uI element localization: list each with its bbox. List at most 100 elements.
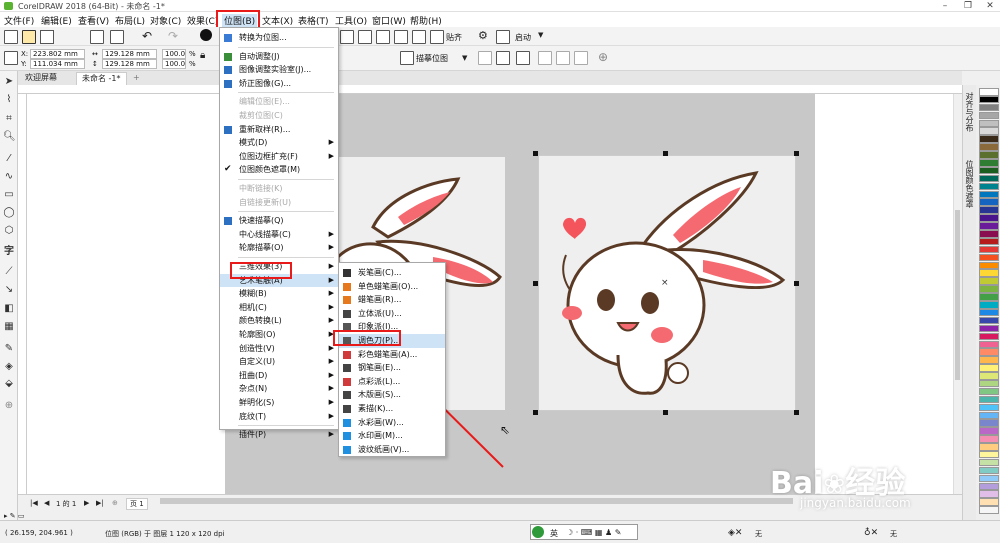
chevron-down-icon[interactable]: ▼ <box>538 31 543 39</box>
selection-handle-top-right[interactable] <box>794 151 799 156</box>
color-swatch[interactable] <box>979 261 999 270</box>
bitmap-menu-item[interactable]: 轮廓图(O) ▶ <box>220 328 338 342</box>
rectangle-tool-icon[interactable]: ▭ <box>3 189 15 200</box>
color-swatch[interactable] <box>979 482 999 491</box>
menu-object[interactable]: 对象(C) <box>150 14 181 27</box>
artistic-submenu-item[interactable]: 木版画(S)... <box>339 388 445 402</box>
trace-bitmap-button[interactable]: 描摹位图 <box>416 53 448 64</box>
selection-handle-top-middle[interactable] <box>663 151 668 156</box>
artistic-submenu-item[interactable]: 钢笔画(E)... <box>339 361 445 375</box>
color-swatch[interactable] <box>979 214 999 222</box>
next-page-icon[interactable]: ▶ <box>84 499 89 507</box>
shape-tool-icon[interactable]: ⌇ <box>3 94 15 105</box>
color-swatch[interactable] <box>979 88 999 96</box>
bitmap-menu-item[interactable]: 快速描摹(Q) <box>220 214 338 228</box>
artistic-submenu-item[interactable]: 蜡笔画(R)... <box>339 293 445 307</box>
launch-dropdown[interactable]: 启动 <box>515 32 531 43</box>
bitmap-menu-item[interactable]: 中心线描摹(C) ▶ <box>220 228 338 242</box>
scale-y-field[interactable]: 100.0 <box>162 59 186 69</box>
import-icon[interactable] <box>90 30 104 44</box>
bitmap-menu-item[interactable]: 相机(C) ▶ <box>220 301 338 315</box>
color-swatch[interactable] <box>979 395 999 404</box>
width-field[interactable]: 129.128 mm <box>102 49 157 59</box>
lock-ratio-icon[interactable]: 🔒︎ <box>200 50 205 61</box>
color-swatch[interactable] <box>979 198 999 206</box>
bitmap-menu-item[interactable]: 转换为位图... <box>220 31 338 45</box>
smart-fill-tool-icon[interactable]: ⬙ <box>3 378 15 389</box>
snap-to-dropdown[interactable]: 贴齐 <box>446 32 462 43</box>
bitmap-menu-item[interactable]: 底纹(T) ▶ <box>220 410 338 424</box>
color-swatch[interactable] <box>979 190 999 199</box>
add-tool-icon[interactable]: ⊕ <box>3 400 15 411</box>
add-tab-button[interactable]: + <box>128 72 145 85</box>
menu-table[interactable]: 表格(T) <box>298 14 329 27</box>
menu-window[interactable]: 窗口(W) <box>372 14 406 27</box>
ime-language-label[interactable]: 英 <box>550 528 558 539</box>
color-swatch[interactable] <box>979 111 999 120</box>
color-swatch[interactable] <box>979 285 999 293</box>
color-swatch[interactable] <box>979 348 999 356</box>
docker-tab-align-distribute[interactable]: 对齐与分布 <box>964 92 975 132</box>
previous-page-icon[interactable]: ◀ <box>44 499 49 507</box>
color-swatch[interactable] <box>979 387 999 396</box>
show-grid-icon[interactable] <box>394 30 408 44</box>
interactive-fill-tool-icon[interactable]: ◈ <box>3 361 15 372</box>
color-swatch[interactable] <box>979 174 999 183</box>
color-swatch[interactable] <box>979 222 999 230</box>
selection-handle-top-left[interactable] <box>533 151 538 156</box>
resample-icon[interactable] <box>516 51 530 65</box>
color-swatch[interactable] <box>979 182 999 191</box>
artistic-submenu-item[interactable]: 立体派(U)... <box>339 307 445 321</box>
update-link-icon[interactable] <box>574 51 588 65</box>
bitmap-menu-item[interactable]: 插件(P) ▶ <box>220 428 338 442</box>
show-guidelines-icon[interactable] <box>412 30 426 44</box>
color-swatch[interactable] <box>979 490 999 498</box>
docker-tab-bitmap-color-mask[interactable]: 位图颜色遮罩 <box>964 160 975 208</box>
color-swatch[interactable] <box>979 372 999 380</box>
artistic-submenu-item[interactable]: 炭笔画(C)... <box>339 266 445 280</box>
close-button[interactable]: ✕ <box>983 1 997 11</box>
artistic-submenu-item[interactable]: 水印画(M)... <box>339 429 445 443</box>
color-swatch[interactable] <box>979 159 999 167</box>
color-swatch[interactable] <box>979 356 999 364</box>
selection-handle-bottom-middle[interactable] <box>663 410 668 415</box>
application-launcher-icon[interactable] <box>496 30 510 44</box>
ellipse-tool-icon[interactable]: ◯ <box>3 207 15 218</box>
tab-welcome-screen[interactable]: 欢迎屏幕 <box>20 72 62 85</box>
color-swatch[interactable] <box>979 435 999 443</box>
minimize-button[interactable]: – <box>938 1 952 11</box>
color-swatch[interactable] <box>979 506 999 514</box>
object-origin-icon[interactable] <box>4 51 18 65</box>
connector-tool-icon[interactable]: ↘ <box>3 284 15 295</box>
color-swatch[interactable] <box>979 95 999 104</box>
artistic-submenu-item[interactable]: 彩色蜡笔画(A)... <box>339 348 445 362</box>
bitmap-menu-item[interactable]: 杂点(N) ▶ <box>220 382 338 396</box>
transparency-tool-icon[interactable]: ▦ <box>3 321 15 332</box>
color-swatch[interactable] <box>979 143 999 151</box>
corel-connect-icon[interactable] <box>200 29 212 41</box>
bitmap-mask-icon[interactable] <box>538 51 552 65</box>
first-page-icon[interactable]: |◀ <box>30 499 38 507</box>
bitmap-menu-item[interactable]: 鲜明化(S) ▶ <box>220 396 338 410</box>
ime-tools-icon[interactable]: ☽ · ⌨ ▦ ♟ ✎ <box>566 528 621 537</box>
add-page-icon[interactable]: ⊕ <box>112 499 118 507</box>
parallel-dimension-tool-icon[interactable]: ⟋ <box>3 266 15 277</box>
drop-shadow-tool-icon[interactable]: ◧ <box>3 303 15 314</box>
color-swatch[interactable] <box>979 206 999 214</box>
artistic-media-tool-icon[interactable]: ∿ <box>3 171 15 182</box>
x-position-field[interactable]: 223.802 mm <box>30 49 85 59</box>
color-swatch[interactable] <box>979 474 999 483</box>
vertical-scroll-thumb[interactable] <box>955 210 960 380</box>
color-swatch[interactable] <box>979 427 999 435</box>
export-icon[interactable] <box>110 30 124 44</box>
color-swatch[interactable] <box>979 308 999 317</box>
new-document-icon[interactable] <box>4 30 18 44</box>
bitmap-menu-item[interactable]: 创造性(V) ▶ <box>220 342 338 356</box>
artistic-submenu-item[interactable]: 水彩画(W)... <box>339 416 445 430</box>
horizontal-scroll-thumb[interactable] <box>160 498 793 504</box>
bitmap-menu-item[interactable]: 自动调整(J) <box>220 50 338 64</box>
bitmap-menu-item[interactable]: 轮廓描摹(O) ▶ <box>220 241 338 255</box>
artistic-submenu-item[interactable]: 波纹纸画(V)... <box>339 443 445 457</box>
undo-icon[interactable]: ↶ <box>142 29 152 43</box>
tab-untitled-document[interactable]: 未命名 -1* <box>76 72 127 85</box>
